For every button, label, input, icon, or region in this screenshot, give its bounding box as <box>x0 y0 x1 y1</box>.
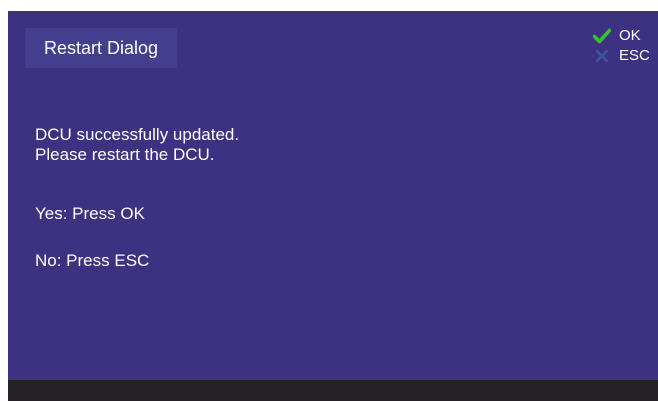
dialog-title: Restart Dialog <box>25 28 177 68</box>
key-hints: OK ESC <box>592 26 658 66</box>
yes-instruction: Yes: Press OK <box>35 204 145 223</box>
esc-key-hint[interactable]: ESC <box>592 46 658 66</box>
checkmark-icon <box>593 28 611 44</box>
x-icon <box>595 49 609 63</box>
esc-key-label: ESC <box>619 47 650 64</box>
ok-key-hint[interactable]: OK <box>592 26 658 46</box>
ok-key-label: OK <box>619 27 641 44</box>
message-line-restart: Please restart the DCU. <box>35 145 215 164</box>
no-instruction: No: Press ESC <box>35 251 150 270</box>
message-line-updated: DCU successfully updated. <box>35 125 240 144</box>
bottom-bar <box>8 380 658 401</box>
